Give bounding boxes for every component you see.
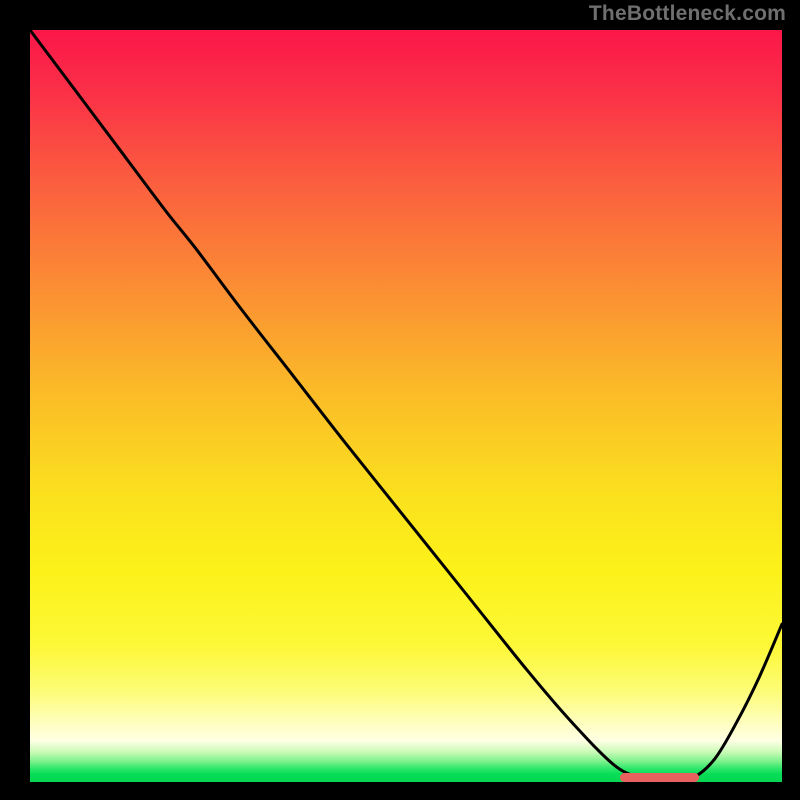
plot-area <box>30 30 782 782</box>
chart-container: TheBottleneck.com <box>0 0 800 800</box>
plot-frame <box>30 30 782 782</box>
curve-layer <box>30 30 782 782</box>
bottleneck-curve <box>30 30 782 780</box>
attribution-label: TheBottleneck.com <box>589 2 786 26</box>
optimal-range-marker <box>620 773 699 782</box>
